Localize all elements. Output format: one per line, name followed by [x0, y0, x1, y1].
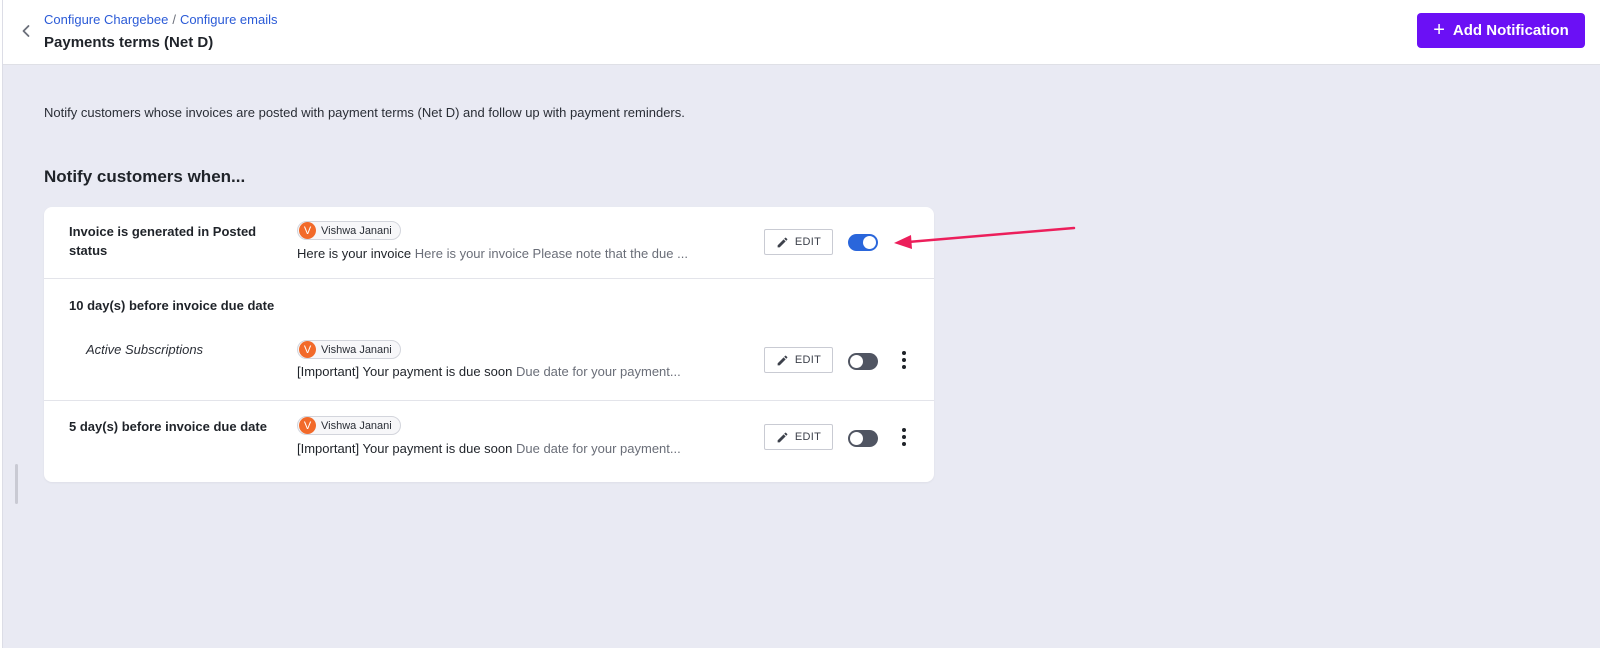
- sender-name: Vishwa Janani: [321, 343, 392, 356]
- email-summary: [Important] Your payment is due soon Due…: [297, 364, 681, 379]
- sender-name: Vishwa Janani: [321, 419, 392, 432]
- edit-button[interactable]: EDIT: [764, 347, 833, 373]
- email-preview: Due date for your payment...: [515, 364, 681, 379]
- avatar: V: [299, 417, 316, 434]
- more-options-icon[interactable]: [897, 427, 911, 447]
- pencil-icon: [777, 355, 788, 365]
- edit-label: EDIT: [794, 354, 822, 366]
- notification-row: Invoice is generated in Posted status V …: [44, 207, 934, 278]
- sender-chip: V Vishwa Janani: [297, 340, 401, 359]
- more-options-icon[interactable]: [897, 350, 911, 370]
- resize-handle[interactable]: [15, 464, 18, 504]
- breadcrumb-separator: /: [172, 12, 176, 27]
- email-subject: [Important] Your payment is due soon: [297, 441, 513, 456]
- row-title: Invoice is generated in Posted status: [69, 224, 257, 258]
- toggle-knob: [850, 355, 863, 368]
- edit-label: EDIT: [794, 236, 822, 248]
- notification-row: 10 day(s) before invoice due date Active…: [44, 279, 934, 400]
- notification-toggle[interactable]: [848, 234, 878, 251]
- edit-label: EDIT: [794, 431, 822, 443]
- email-preview: Here is your invoice Please note that th…: [414, 246, 688, 261]
- pencil-icon: [777, 432, 788, 442]
- notification-toggle[interactable]: [848, 353, 878, 370]
- row-subtitle: Active Subscriptions: [86, 342, 204, 357]
- back-button[interactable]: [15, 20, 37, 42]
- notification-toggle[interactable]: [848, 430, 878, 447]
- email-subject: Here is your invoice: [297, 246, 412, 261]
- breadcrumb-configure-emails[interactable]: Configure emails: [180, 12, 278, 27]
- notification-row: 5 day(s) before invoice due date V Vishw…: [44, 401, 934, 482]
- avatar: V: [299, 222, 316, 239]
- breadcrumb: Configure Chargebee / Configure emails: [44, 12, 277, 27]
- toggle-knob: [863, 236, 876, 249]
- avatar: V: [299, 341, 316, 358]
- email-subject: [Important] Your payment is due soon: [297, 364, 513, 379]
- email-summary: [Important] Your payment is due soon Due…: [297, 441, 681, 456]
- add-notification-label: Add Notification: [1452, 22, 1569, 39]
- row-title: 5 day(s) before invoice due date: [69, 419, 267, 434]
- annotation-arrow-icon: [894, 226, 1076, 249]
- sender-chip: V Vishwa Janani: [297, 221, 401, 240]
- page-header: Configure Chargebee / Configure emails Pay…: [3, 0, 1600, 65]
- breadcrumb-configure-chargebee[interactable]: Configure Chargebee: [44, 12, 168, 27]
- row-title: 10 day(s) before invoice due date: [69, 298, 275, 313]
- email-summary: Here is your invoice Here is your invoic…: [297, 246, 688, 261]
- notification-list: Invoice is generated in Posted status V …: [44, 207, 934, 482]
- email-preview: Due date for your payment...: [515, 441, 681, 456]
- sender-chip: V Vishwa Janani: [297, 416, 401, 435]
- add-notification-button[interactable]: + Add Notification: [1417, 13, 1585, 48]
- section-heading: Notify customers when...: [44, 167, 246, 186]
- page-title: Payments terms (Net D): [44, 34, 214, 51]
- edit-button[interactable]: EDIT: [764, 229, 833, 255]
- page-description: Notify customers whose invoices are post…: [44, 105, 685, 120]
- edit-button[interactable]: EDIT: [764, 424, 833, 450]
- toggle-knob: [850, 432, 863, 445]
- left-rail: [0, 0, 3, 648]
- pencil-icon: [777, 237, 788, 247]
- plus-icon: +: [1433, 18, 1445, 41]
- chevron-left-icon: [22, 25, 30, 37]
- sender-name: Vishwa Janani: [321, 224, 392, 237]
